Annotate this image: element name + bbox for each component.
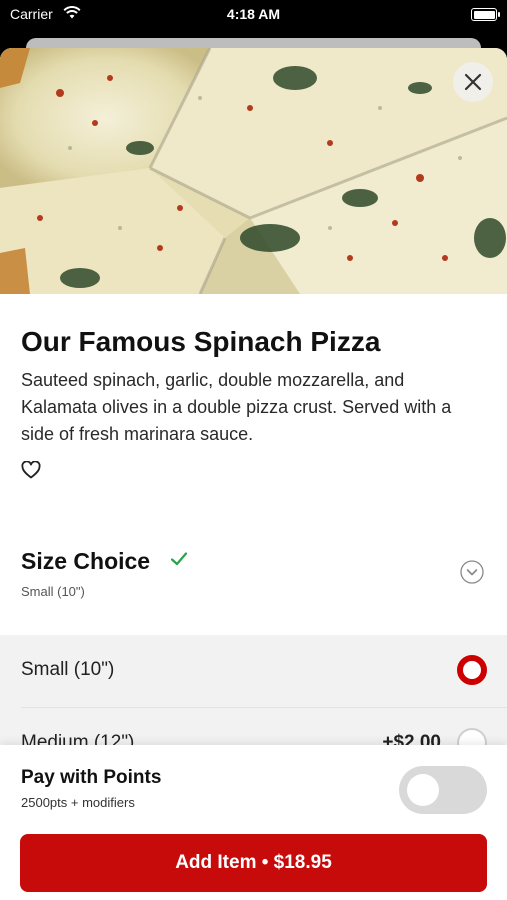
chevron-down-icon[interactable]: [460, 560, 484, 584]
clock: 4:18 AM: [226, 6, 281, 22]
toggle-knob: [407, 774, 439, 806]
pay-with-points-title: Pay with Points: [21, 767, 162, 788]
favorite-heart-icon[interactable]: [21, 461, 41, 479]
size-choice-selected: Small (10"): [21, 584, 85, 599]
product-title: Our Famous Spinach Pizza: [21, 326, 381, 357]
pay-with-points-subtitle: 2500pts + modifiers: [21, 795, 135, 810]
battery-icon: [471, 8, 500, 21]
add-item-button[interactable]: Add Item • $18.95: [20, 834, 487, 892]
product-description: Sauteed spinach, garlic, double mozzarel…: [21, 370, 452, 444]
size-option-small[interactable]: Small (10"): [0, 635, 507, 708]
checkout-bar: Pay with Points 2500pts + modifiers Add …: [0, 745, 507, 900]
product-detail-sheet: Our Famous Spinach Pizza Sauteed spinach…: [0, 48, 507, 900]
size-option-label: Small (10"): [21, 659, 115, 680]
pizza-photo: [0, 48, 507, 294]
checkmark-icon: [170, 552, 188, 566]
close-button[interactable]: [453, 62, 493, 102]
size-choice-heading: Size Choice: [21, 548, 151, 574]
close-icon: [464, 73, 482, 91]
status-bar: Carrier 4:18 AM: [0, 0, 507, 30]
radio-selected-icon[interactable]: [457, 655, 487, 685]
pay-with-points-toggle[interactable]: [399, 766, 487, 814]
